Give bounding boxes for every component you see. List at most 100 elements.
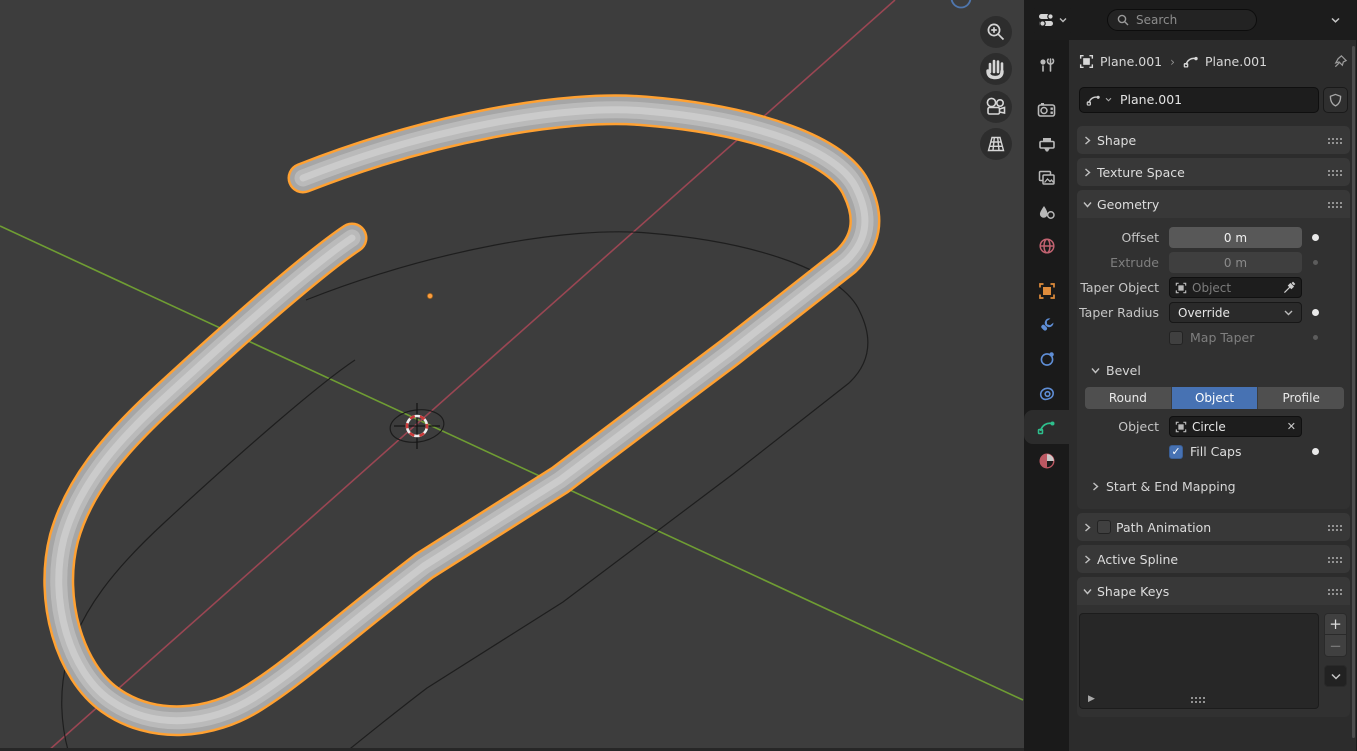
extrude-field[interactable]: 0 m [1169, 252, 1302, 273]
map-taper-checkbox[interactable] [1169, 331, 1183, 345]
tab-modifiers[interactable] [1024, 308, 1069, 342]
path-animation-checkbox[interactable] [1097, 520, 1111, 534]
taper-radius-keyframe-dot[interactable] [1312, 309, 1319, 316]
taper-radius-label: Taper Radius [1077, 305, 1169, 320]
panel-geometry-body: Offset 0 m Extrude 0 m Taper Object [1077, 218, 1350, 509]
panel-texture-space-header[interactable]: Texture Space [1077, 158, 1350, 186]
shape-keys-list[interactable]: ▶ [1079, 613, 1319, 709]
offset-field[interactable]: 0 m [1169, 227, 1302, 248]
subpanel-bevel-header[interactable]: Bevel [1077, 357, 1350, 383]
panel-path-animation: Path Animation [1077, 513, 1350, 541]
shape-key-specials-menu[interactable] [1324, 665, 1347, 687]
panel-shape-keys-header[interactable]: Shape Keys [1077, 577, 1350, 605]
check-icon: ✓ [1171, 446, 1180, 457]
tab-world[interactable] [1024, 229, 1069, 263]
output-icon [1038, 136, 1056, 153]
taper-object-field[interactable]: Object [1169, 277, 1302, 298]
tab-view-layer[interactable] [1024, 161, 1069, 195]
tab-object-data[interactable] [1024, 410, 1069, 444]
list-resize-grip[interactable] [1190, 696, 1205, 703]
panel-active-spline: Active Spline [1077, 545, 1350, 573]
tab-physics[interactable] [1024, 342, 1069, 376]
panel-shape-header[interactable]: Shape [1077, 126, 1350, 154]
world-icon [1038, 237, 1056, 255]
close-icon: ✕ [1287, 420, 1296, 433]
object-icon [1175, 282, 1187, 294]
viewport-camera-button[interactable] [980, 91, 1012, 123]
render-icon [1037, 102, 1056, 119]
bevel-mode-round[interactable]: Round [1085, 387, 1172, 409]
subpanel-start-end-mapping-header[interactable]: Start & End Mapping [1077, 473, 1350, 499]
object-icon [1038, 282, 1056, 300]
drag-grip-icon[interactable] [1327, 137, 1342, 144]
tab-output[interactable] [1024, 127, 1069, 161]
bevel-mode-object[interactable]: Object [1172, 387, 1259, 409]
object-icon [1079, 54, 1094, 69]
3d-viewport[interactable] [0, 0, 1024, 751]
view-layer-icon [1038, 170, 1056, 187]
drag-grip-icon[interactable] [1327, 524, 1342, 531]
editor-type-dropdown[interactable] [1032, 8, 1073, 33]
wrench-icon [1038, 316, 1056, 334]
drag-grip-icon[interactable] [1327, 556, 1342, 563]
taper-object-label: Taper Object [1077, 280, 1169, 295]
drag-grip-icon[interactable] [1327, 588, 1342, 595]
tab-tool[interactable] [1024, 48, 1069, 82]
extrude-keyframe-dot[interactable] [1313, 260, 1318, 265]
extrude-row: Extrude 0 m [1077, 251, 1350, 274]
tab-object[interactable] [1024, 274, 1069, 308]
panel-title: Texture Space [1097, 165, 1185, 180]
search-placeholder: Search [1136, 13, 1177, 27]
panel-title: Shape Keys [1097, 584, 1169, 599]
bevel-mode-profile[interactable]: Profile [1258, 387, 1344, 409]
offset-keyframe-dot[interactable] [1312, 234, 1319, 241]
taper-radius-dropdown[interactable]: Override [1169, 302, 1302, 323]
object-icon [1175, 421, 1187, 433]
chevron-right-icon [1083, 168, 1092, 177]
panel-active-spline-header[interactable]: Active Spline [1077, 545, 1350, 573]
material-icon [1038, 452, 1056, 470]
chevron-down-icon [1091, 366, 1100, 375]
tab-scene[interactable] [1024, 195, 1069, 229]
remove-shape-key-button[interactable]: − [1324, 635, 1347, 657]
breadcrumb-data[interactable]: Plane.001 [1205, 54, 1267, 69]
fill-caps-keyframe-dot[interactable] [1312, 448, 1319, 455]
breadcrumb-object[interactable]: Plane.001 [1100, 54, 1162, 69]
panel-path-animation-header[interactable]: Path Animation [1077, 513, 1350, 541]
viewport-zoom-button[interactable] [980, 16, 1012, 48]
pin-icon[interactable] [1333, 54, 1348, 69]
fill-caps-checkbox[interactable]: ✓ [1169, 445, 1183, 459]
search-input[interactable]: Search [1107, 9, 1257, 31]
tab-material[interactable] [1024, 444, 1069, 478]
chevron-down-icon [1083, 200, 1092, 209]
panel-shape: Shape [1077, 126, 1350, 154]
fake-user-button[interactable] [1323, 87, 1348, 113]
chevron-right-icon [1083, 136, 1092, 145]
panel-title: Geometry [1097, 197, 1159, 212]
add-shape-key-button[interactable]: + [1324, 613, 1347, 635]
properties-scrollbar[interactable] [1352, 46, 1356, 745]
drag-grip-icon[interactable] [1327, 201, 1342, 208]
bevel-object-value: Circle [1192, 420, 1226, 434]
eyedropper-icon[interactable] [1283, 281, 1296, 294]
curve-data-icon [1086, 93, 1101, 107]
tab-render[interactable] [1024, 93, 1069, 127]
properties-editor-icon [1038, 12, 1056, 28]
offset-row: Offset 0 m [1077, 226, 1350, 249]
panel-title: Shape [1097, 133, 1136, 148]
panel-texture-space: Texture Space [1077, 158, 1350, 186]
datablock-name-field[interactable]: Plane.001 [1079, 87, 1319, 113]
panel-geometry-header[interactable]: Geometry [1077, 190, 1350, 218]
tab-constraints[interactable] [1024, 376, 1069, 410]
filter-expand-icon[interactable]: ▶ [1088, 694, 1095, 704]
clear-object-button[interactable]: ✕ [1287, 420, 1296, 433]
viewport-perspective-button[interactable] [980, 128, 1012, 160]
chevron-right-icon [1083, 523, 1092, 532]
map-taper-keyframe-dot[interactable] [1313, 335, 1318, 340]
bevel-object-field[interactable]: Circle ✕ [1169, 416, 1302, 437]
drag-grip-icon[interactable] [1327, 169, 1342, 176]
chevron-down-icon [1083, 587, 1092, 596]
datablock-row: Plane.001 [1079, 86, 1348, 113]
header-options-dropdown[interactable] [1322, 9, 1348, 31]
viewport-pan-button[interactable] [980, 53, 1012, 85]
